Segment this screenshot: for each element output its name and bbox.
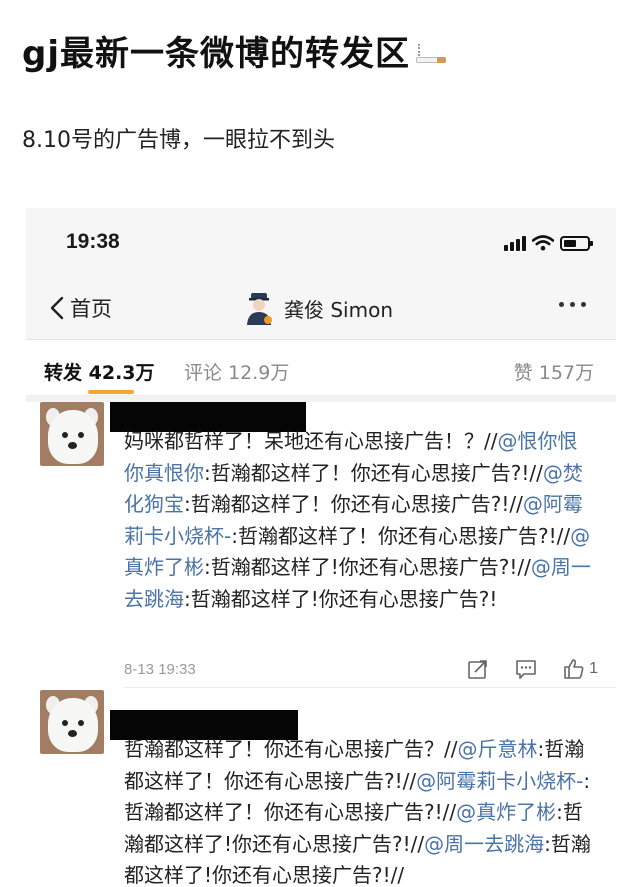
repost-text-segment: 哲瀚都这样了！你还有心思接广告？// bbox=[124, 737, 458, 761]
comment-button[interactable] bbox=[515, 658, 537, 680]
nav-bar: 首页 龚俊 Simon bbox=[26, 278, 616, 340]
back-label: 首页 bbox=[70, 297, 112, 321]
repost-time: 8-13 19:33 bbox=[124, 661, 196, 678]
repost-text-segment: :哲瀚都这样了！你还有心思接广告?!// bbox=[184, 492, 523, 516]
thumbs-up-icon bbox=[564, 659, 584, 679]
wifi-icon bbox=[532, 235, 554, 251]
mention-link[interactable]: @阿霉莉卡小烧杯- bbox=[416, 769, 583, 793]
user-name: 龚俊 Simon bbox=[284, 297, 394, 322]
repost-text: 妈咪都哲样了！呆地还有心思接广告！？//@恨你恨你真恨你:哲瀚都这样了！你还有心… bbox=[124, 426, 594, 615]
status-bar: 19:38 bbox=[26, 208, 616, 278]
back-chevron-icon bbox=[50, 296, 64, 320]
signal-icon bbox=[504, 235, 526, 251]
tab-like[interactable]: 赞 157万 bbox=[514, 358, 594, 385]
status-time: 19:38 bbox=[66, 230, 120, 253]
repost-text-segment: :哲瀚都这样了!你还有心思接广告?!// bbox=[204, 555, 531, 579]
repost-actions: 1 bbox=[467, 658, 598, 680]
repost-text-segment: :哲瀚都这样了！你还有心思接广告?!// bbox=[231, 523, 571, 548]
repost-text-segment: 妈咪都哲样了！呆地还有心思接广告！？// bbox=[124, 429, 498, 453]
forward-button[interactable] bbox=[467, 658, 489, 680]
post-title: gj最新一条微博的转发区 bbox=[22, 26, 448, 75]
tab-comment-count: 12.9万 bbox=[228, 362, 290, 384]
repost-item: 哲瀚都这样了！你还有心思接广告？//@斤意林:哲瀚都这样了！你还有心思接广告?!… bbox=[26, 688, 616, 887]
tab-repost[interactable]: 转发 42.3万 bbox=[44, 358, 155, 385]
status-icons bbox=[504, 234, 593, 252]
tab-like-count: 157万 bbox=[538, 362, 594, 384]
tab-bar: 转发 42.3万 评论 12.9万 赞 157万 bbox=[26, 340, 616, 396]
back-button[interactable]: 首页 bbox=[50, 290, 112, 326]
phone-screenshot: 19:38 首页 龚俊 Simon 转发 42.3万 评论 12.9万 赞 15… bbox=[26, 208, 616, 887]
avatar-icon bbox=[247, 293, 272, 325]
battery-icon bbox=[560, 235, 593, 251]
repost-item: 妈咪都哲样了！呆地还有心思接广告！？//@恨你恨你真恨你:哲瀚都这样了！你还有心… bbox=[26, 402, 616, 688]
repost-avatar[interactable] bbox=[40, 690, 104, 754]
tab-like-label: 赞 bbox=[513, 362, 533, 384]
like-count: 1 bbox=[589, 660, 598, 677]
mention-link[interactable]: @斤意林 bbox=[457, 737, 537, 761]
tab-comment[interactable]: 评论 12.9万 bbox=[184, 358, 289, 385]
tab-comment-label: 评论 bbox=[184, 362, 223, 384]
post-title-text: gj最新一条微博的转发区 bbox=[22, 34, 410, 74]
comment-icon bbox=[516, 660, 536, 679]
profile-header[interactable]: 龚俊 Simon bbox=[244, 288, 393, 328]
repost-text-segment: :哲瀚都这样了!你还有心思接广告?! bbox=[184, 586, 498, 611]
repost-avatar[interactable] bbox=[40, 402, 104, 466]
cigarette-icon bbox=[414, 43, 448, 66]
forward-icon bbox=[468, 660, 487, 679]
mention-link[interactable]: @真炸了彬 bbox=[456, 800, 556, 824]
more-icon[interactable] bbox=[559, 302, 586, 307]
tab-active-indicator bbox=[88, 390, 134, 394]
mention-link[interactable]: @周一去跳海 bbox=[424, 832, 544, 856]
post-subtitle: 8.10号的广告博，一眼拉不到头 bbox=[22, 128, 335, 153]
repost-text: 哲瀚都这样了！你还有心思接广告？//@斤意林:哲瀚都这样了！你还有心思接广告?!… bbox=[124, 734, 594, 887]
repost-text-segment: :哲瀚都这样了！你还有心思接广告?!// bbox=[204, 460, 543, 485]
like-button[interactable]: 1 bbox=[563, 658, 598, 680]
tab-repost-label: 转发 bbox=[44, 362, 83, 384]
tab-repost-count: 42.3万 bbox=[88, 362, 155, 384]
